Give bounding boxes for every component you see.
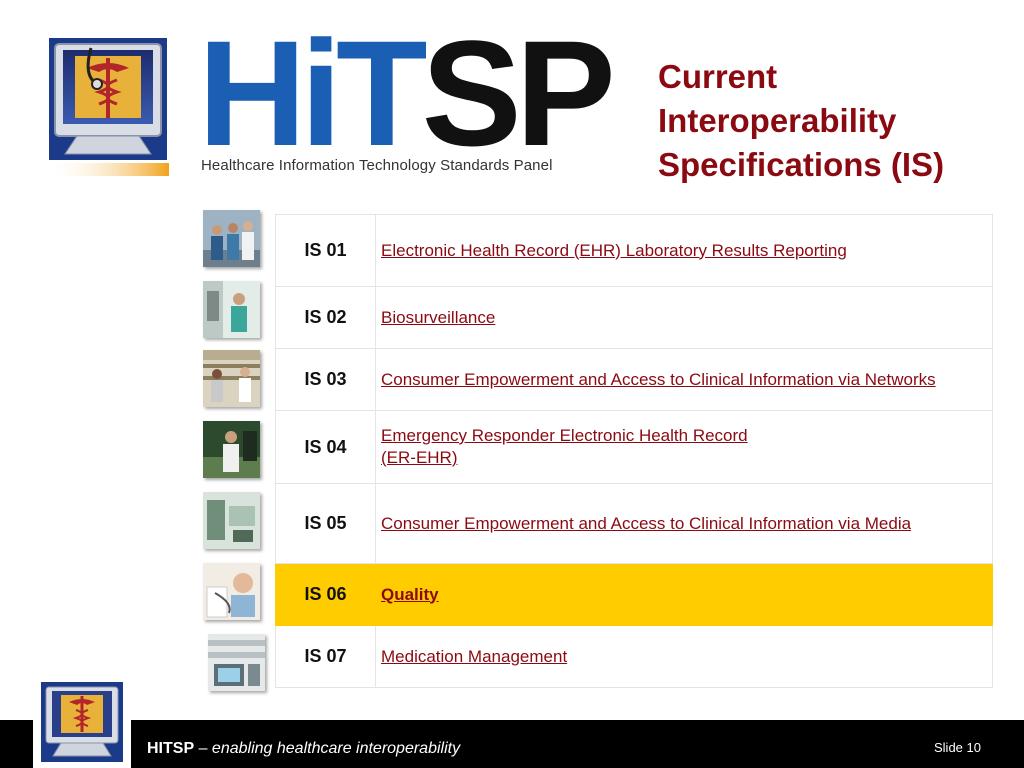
spec-id: IS 03 — [276, 349, 376, 410]
footer-brand: HITSP — [147, 740, 195, 757]
spec-link[interactable]: Consumer Empowerment and Access to Clini… — [381, 513, 911, 535]
hitsp-logo-hi: HiT — [198, 9, 428, 177]
hitsp-logo-word: HiTSP — [198, 18, 616, 168]
spec-id: IS 07 — [276, 626, 376, 687]
slide-title-line: Interoperability — [658, 102, 897, 139]
spec-link[interactable]: Quality — [381, 584, 439, 606]
hitsp-logo-tagline: Healthcare Information Technology Standa… — [201, 157, 553, 174]
spec-name: Consumer Empowerment and Access to Clini… — [376, 484, 992, 563]
spec-link[interactable]: Emergency Responder Electronic Health Re… — [381, 425, 748, 469]
monitor-caduceus-icon — [47, 36, 169, 176]
slide-title: Current Interoperability Specifications … — [658, 55, 1018, 187]
hitsp-logo: HiTSP Healthcare Information Technology … — [198, 18, 616, 180]
medical-equipment-photo-icon — [203, 492, 260, 549]
table-row: IS 07 Medication Management — [275, 626, 993, 688]
slide-title-line: Specifications (IS) — [658, 146, 945, 183]
spec-name: Biosurveillance — [376, 287, 992, 348]
spec-link[interactable]: Biosurveillance — [381, 307, 495, 329]
footer-tagline: HITSP – enabling healthcare interoperabi… — [147, 740, 460, 758]
table-row: IS 05 Consumer Empowerment and Access to… — [275, 484, 993, 564]
spec-name: Quality — [376, 564, 992, 625]
spec-id: IS 01 — [276, 215, 376, 286]
spec-link-line: Medication Management — [381, 646, 568, 666]
spec-id: IS 04 — [276, 411, 376, 483]
spec-link-line: Electronic Health Record (EHR) Laborator… — [381, 240, 847, 260]
spec-name: Medication Management — [376, 626, 992, 687]
spec-id: IS 05 — [276, 484, 376, 563]
pharmacy-photo-icon — [203, 350, 260, 407]
spec-link-line: Consumer Empowerment and Access to Clini… — [381, 369, 936, 389]
spec-link-line: Biosurveillance — [381, 307, 496, 327]
emergency-responder-photo-icon — [203, 421, 260, 478]
footer-tag: enabling healthcare interoperability — [211, 740, 461, 757]
spec-link-line: Emergency Responder Electronic Health Re… — [381, 426, 748, 445]
hitsp-logo-sp: SP — [421, 9, 616, 177]
footer-separator: – — [194, 740, 212, 757]
spec-link-line: (ER-EHR) — [381, 448, 458, 467]
lab-technician-photo-icon — [203, 281, 260, 338]
table-row: IS 03 Consumer Empowerment and Access to… — [275, 349, 993, 411]
doctor-child-photo-icon — [203, 563, 260, 620]
monitor-caduceus-icon — [33, 678, 131, 768]
spec-link-line: Quality — [381, 584, 439, 604]
spec-id: IS 06 — [276, 564, 376, 625]
spec-name: Consumer Empowerment and Access to Clini… — [376, 349, 992, 410]
spec-name: Electronic Health Record (EHR) Laborator… — [376, 215, 992, 286]
spec-table: IS 01 Electronic Health Record (EHR) Lab… — [275, 214, 993, 688]
table-row-highlighted: IS 06 Quality — [275, 564, 993, 626]
table-row: IS 04 Emergency Responder Electronic Hea… — [275, 411, 993, 484]
spec-link[interactable]: Medication Management — [381, 646, 567, 668]
table-row: IS 01 Electronic Health Record (EHR) Lab… — [275, 215, 993, 287]
medication-cart-photo-icon — [208, 634, 265, 691]
slide-number: Slide 10 — [934, 740, 981, 755]
spec-name: Emergency Responder Electronic Health Re… — [376, 411, 992, 483]
doctors-photo-icon — [203, 210, 260, 267]
spec-link[interactable]: Electronic Health Record (EHR) Laborator… — [381, 240, 847, 262]
table-row: IS 02 Biosurveillance — [275, 287, 993, 349]
slide-title-line: Current — [658, 58, 778, 95]
spec-id: IS 02 — [276, 287, 376, 348]
spec-link-line: Consumer Empowerment and Access to Clini… — [381, 513, 912, 533]
spec-link[interactable]: Consumer Empowerment and Access to Clini… — [381, 369, 936, 391]
